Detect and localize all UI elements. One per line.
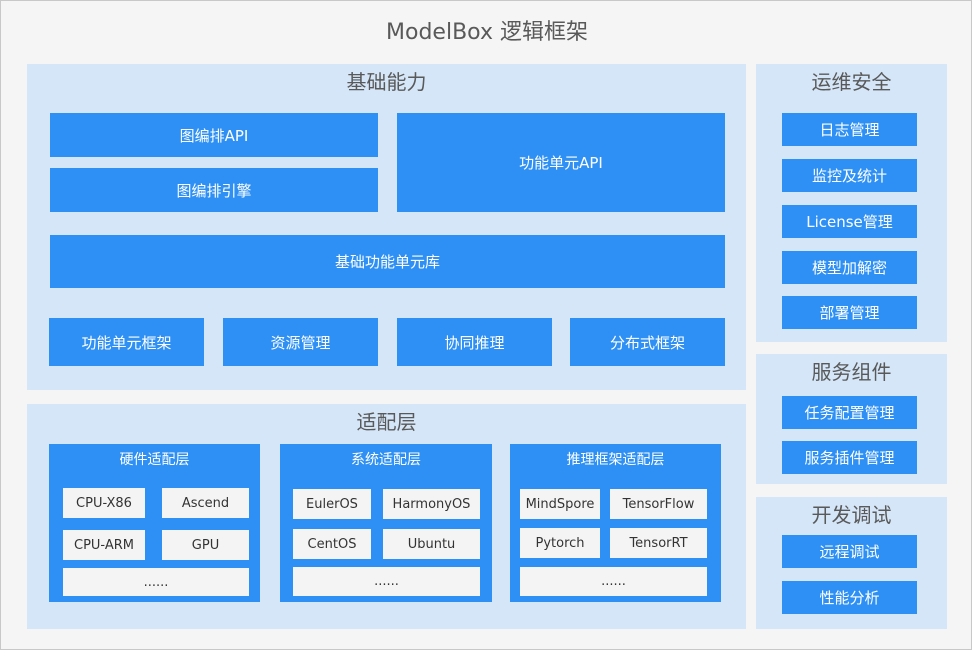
dev-item: 性能分析 bbox=[782, 581, 917, 614]
inference-item: Pytorch bbox=[520, 528, 600, 558]
graph-api-box: 图编排API bbox=[50, 113, 378, 157]
service-item: 服务插件管理 bbox=[782, 441, 917, 474]
diagram-title: ModelBox 逻辑框架 bbox=[386, 20, 588, 45]
inference-item: MindSpore bbox=[520, 489, 600, 519]
diagram-frame: ModelBox 逻辑框架 基础能力 图编排API 图编排引擎 功能单元API … bbox=[0, 0, 972, 650]
system-adapter-title: 系统适配层 bbox=[351, 452, 421, 468]
adapter-layer-title: 适配层 bbox=[356, 410, 417, 434]
inference-more: ...... bbox=[520, 567, 707, 596]
adapter-layer-panel: 适配层 硬件适配层 CPU-X86 Ascend CPU-ARM GPU ...… bbox=[27, 404, 746, 629]
service-component-title: 服务组件 bbox=[811, 360, 892, 384]
inference-item: TensorFlow bbox=[610, 489, 707, 519]
ops-security-title: 运维安全 bbox=[811, 70, 892, 94]
hardware-adapter-panel: 硬件适配层 CPU-X86 Ascend CPU-ARM GPU ...... bbox=[49, 444, 260, 602]
system-item: Ubuntu bbox=[383, 529, 480, 559]
hardware-item: GPU bbox=[162, 530, 249, 560]
basic-capability-panel: 基础能力 图编排API 图编排引擎 功能单元API 基础功能单元库 功能单元框架… bbox=[27, 64, 746, 390]
dev-debug-panel: 开发调试 远程调试 性能分析 bbox=[756, 497, 947, 629]
system-adapter-panel: 系统适配层 EulerOS HarmonyOS CentOS Ubuntu ..… bbox=[280, 444, 492, 602]
graph-engine-box: 图编排引擎 bbox=[50, 168, 378, 212]
hardware-more: ...... bbox=[63, 568, 249, 596]
unit-framework-box: 功能单元框架 bbox=[49, 318, 204, 366]
service-component-panel: 服务组件 任务配置管理 服务插件管理 bbox=[756, 354, 947, 484]
ops-item: License管理 bbox=[782, 205, 917, 238]
service-item: 任务配置管理 bbox=[782, 396, 917, 429]
system-more: ...... bbox=[293, 567, 480, 596]
hardware-item: Ascend bbox=[162, 488, 249, 518]
system-item: HarmonyOS bbox=[383, 489, 480, 519]
hardware-item: CPU-ARM bbox=[63, 530, 145, 560]
hardware-item: CPU-X86 bbox=[63, 488, 145, 518]
co-inference-box: 协同推理 bbox=[397, 318, 552, 366]
ops-item: 监控及统计 bbox=[782, 159, 917, 192]
inference-item: TensorRT bbox=[610, 528, 707, 558]
ops-item: 部署管理 bbox=[782, 296, 917, 329]
distributed-framework-box: 分布式框架 bbox=[570, 318, 725, 366]
unit-api-box: 功能单元API bbox=[397, 113, 725, 212]
ops-security-panel: 运维安全 日志管理 监控及统计 License管理 模型加解密 部署管理 bbox=[756, 64, 947, 342]
hardware-adapter-title: 硬件适配层 bbox=[119, 452, 190, 468]
unit-library-box: 基础功能单元库 bbox=[50, 235, 725, 288]
dev-debug-title: 开发调试 bbox=[811, 503, 892, 527]
inference-adapter-title: 推理框架适配层 bbox=[566, 452, 665, 468]
dev-item: 远程调试 bbox=[782, 535, 917, 568]
system-item: EulerOS bbox=[293, 489, 371, 519]
system-item: CentOS bbox=[293, 529, 371, 559]
resource-management-box: 资源管理 bbox=[223, 318, 378, 366]
ops-item: 日志管理 bbox=[782, 113, 917, 146]
ops-item: 模型加解密 bbox=[782, 251, 917, 284]
basic-capability-title: 基础能力 bbox=[346, 70, 427, 94]
inference-adapter-panel: 推理框架适配层 MindSpore TensorFlow Pytorch Ten… bbox=[510, 444, 721, 602]
